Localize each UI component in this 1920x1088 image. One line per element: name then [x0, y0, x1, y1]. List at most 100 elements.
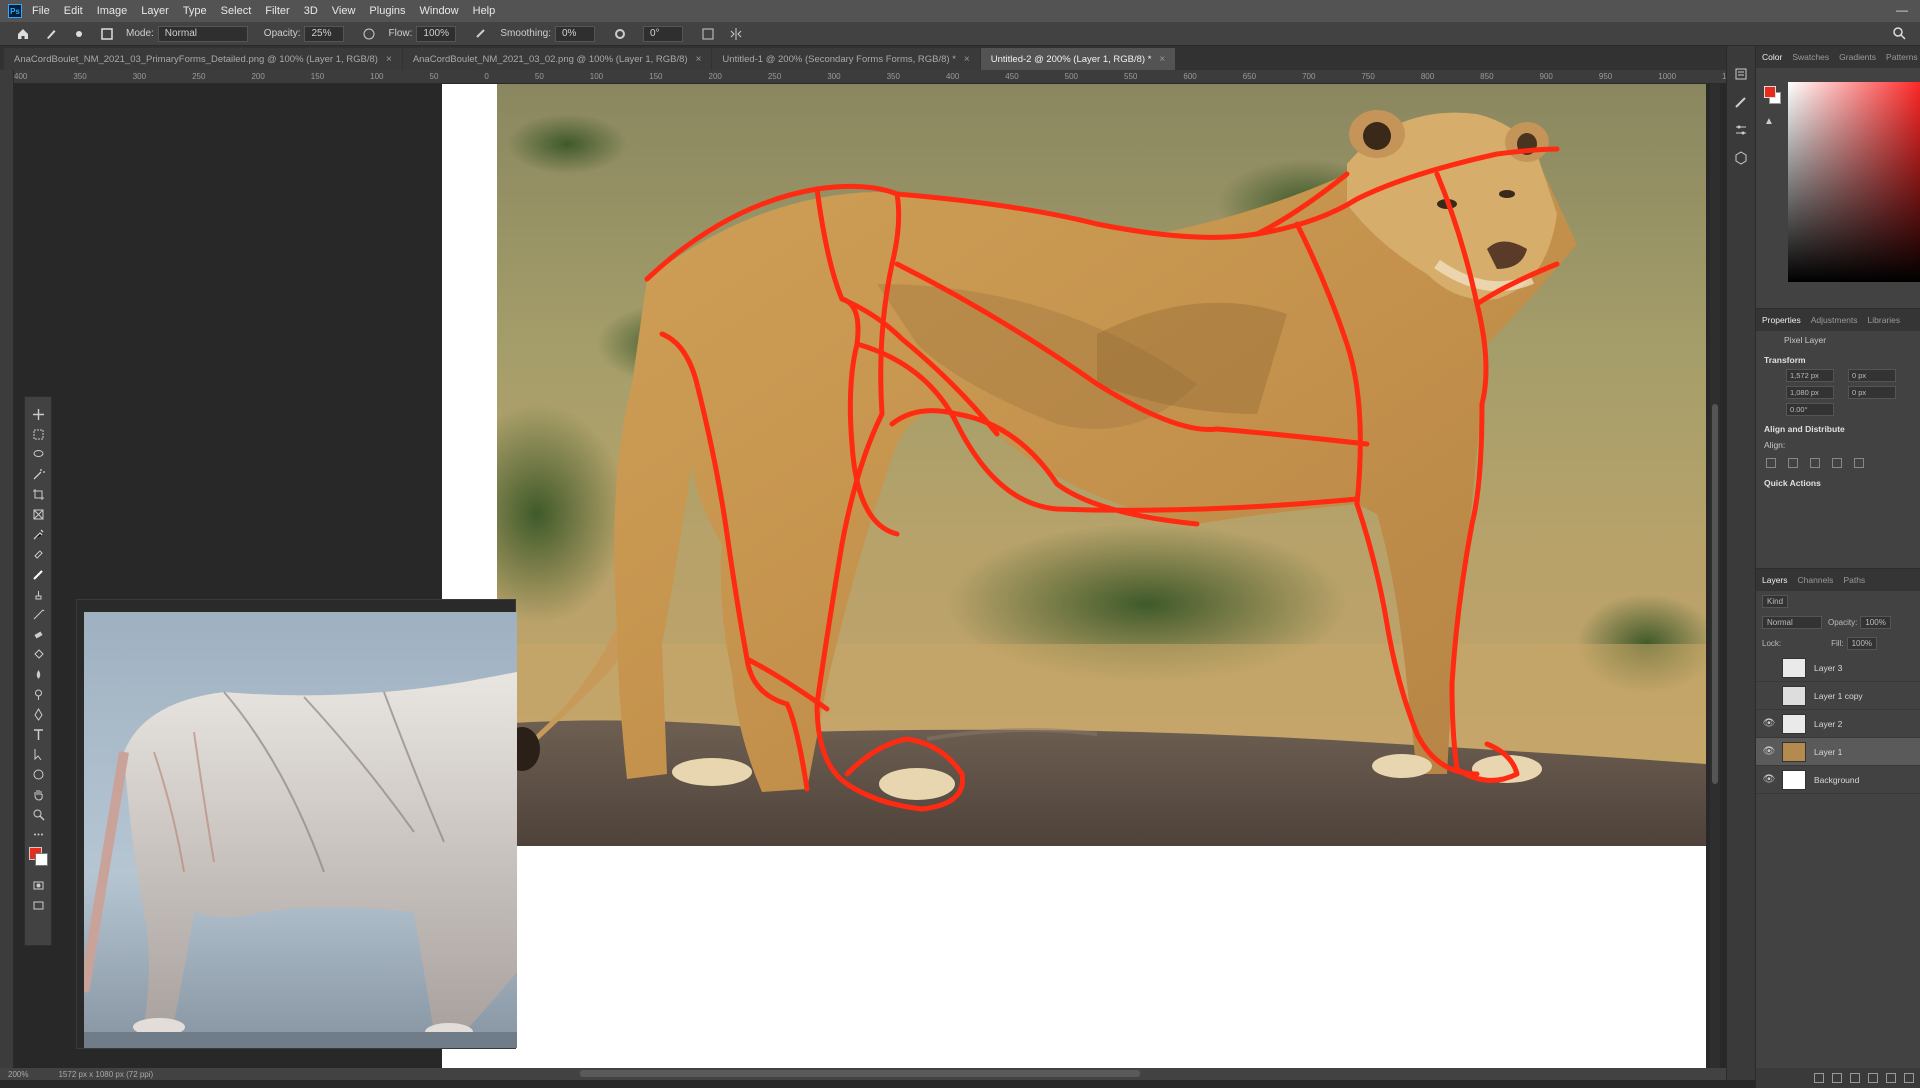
layer-name[interactable]: Layer 1: [1814, 747, 1842, 757]
tab-properties[interactable]: Properties: [1762, 315, 1801, 325]
horizontal-ruler[interactable]: 400 350 300 250 200 150 100 50 0 50 100 150 200 250 30…: [14, 70, 1726, 84]
menu-edit[interactable]: Edit: [64, 5, 83, 17]
layer-name[interactable]: Layer 1 copy: [1814, 691, 1863, 701]
visibility-eye-icon[interactable]: 👁: [1762, 746, 1776, 757]
clone-stamp-tool-icon[interactable]: [28, 585, 48, 604]
close-icon[interactable]: ×: [1159, 54, 1165, 65]
tab-patterns[interactable]: Patterns: [1886, 52, 1918, 62]
minimize-icon[interactable]: —: [1896, 3, 1908, 17]
y-field[interactable]: 0 px: [1848, 386, 1896, 399]
pressure-opacity-icon[interactable]: [360, 25, 378, 43]
mode-control[interactable]: Mode: Normal: [126, 25, 248, 42]
layer-row[interactable]: Layer 1 copy: [1756, 682, 1920, 710]
vertical-ruler[interactable]: [0, 70, 14, 1068]
width-field[interactable]: 1,572 px: [1786, 369, 1834, 382]
add-style-icon[interactable]: [1832, 1073, 1842, 1083]
layer-row-selected[interactable]: 👁 Layer 1: [1756, 738, 1920, 766]
align-middle-icon[interactable]: [1854, 458, 1864, 468]
eraser-tool-icon[interactable]: [28, 625, 48, 644]
hand-tool-icon[interactable]: [28, 785, 48, 804]
eyedropper-tool-icon[interactable]: [28, 525, 48, 544]
tab-layers[interactable]: Layers: [1762, 575, 1788, 585]
tab-document-1[interactable]: AnaCordBoulet_NM_2021_03_PrimaryForms_De…: [4, 48, 402, 70]
blur-tool-icon[interactable]: [28, 665, 48, 684]
transform-section-header[interactable]: Transform: [1756, 349, 1920, 367]
tab-channels[interactable]: Channels: [1798, 575, 1834, 585]
menu-select[interactable]: Select: [221, 5, 252, 17]
smoothing-control[interactable]: Smoothing: 0%: [500, 25, 595, 42]
flow-field[interactable]: 100%: [416, 25, 457, 42]
tab-adjustments[interactable]: Adjustments: [1811, 315, 1858, 325]
align-section-header[interactable]: Align and Distribute: [1756, 418, 1920, 436]
healing-brush-tool-icon[interactable]: [28, 545, 48, 564]
tab-document-4-active[interactable]: Untitled-2 @ 200% (Layer 1, RGB/8) * ×: [980, 48, 1176, 70]
tab-paths[interactable]: Paths: [1843, 575, 1865, 585]
link-layers-icon[interactable]: [1814, 1073, 1824, 1083]
history-panel-icon[interactable]: [1731, 64, 1751, 84]
layer-name[interactable]: Background: [1814, 775, 1859, 785]
x-field[interactable]: 0 px: [1848, 369, 1896, 382]
smoothing-settings-gear-icon[interactable]: [611, 25, 629, 43]
flow-control[interactable]: Flow: 100%: [388, 25, 457, 42]
paint-bucket-tool-icon[interactable]: [28, 645, 48, 664]
height-field[interactable]: 1,080 px: [1786, 386, 1834, 399]
path-selection-tool-icon[interactable]: [28, 745, 48, 764]
layer-row[interactable]: 👁 Background: [1756, 766, 1920, 794]
visibility-eye-icon[interactable]: 👁: [1762, 718, 1776, 729]
brush-tool-icon[interactable]: [28, 565, 48, 584]
color-swatches[interactable]: [28, 845, 48, 875]
menu-help[interactable]: Help: [473, 5, 496, 17]
tab-color[interactable]: Color: [1762, 52, 1782, 62]
menu-file[interactable]: File: [32, 5, 50, 17]
close-icon[interactable]: ×: [964, 54, 970, 65]
angle-field[interactable]: 0°: [642, 25, 683, 42]
mode-dropdown[interactable]: Normal: [157, 25, 248, 42]
move-tool-icon[interactable]: [28, 405, 48, 424]
tab-swatches[interactable]: Swatches: [1792, 52, 1829, 62]
dodge-tool-icon[interactable]: [28, 685, 48, 704]
quick-actions-header[interactable]: Quick Actions: [1756, 472, 1920, 490]
scrollbar-thumb[interactable]: [1712, 404, 1718, 784]
close-icon[interactable]: ×: [386, 54, 392, 65]
brush-size-icon[interactable]: [70, 25, 88, 43]
adjustments-panel-icon[interactable]: [1731, 120, 1751, 140]
layer-filter-kind[interactable]: Kind: [1762, 595, 1789, 608]
brush-settings-panel-icon[interactable]: [1731, 92, 1751, 112]
menu-image[interactable]: Image: [97, 5, 128, 17]
zoom-level[interactable]: 200%: [8, 1070, 28, 1079]
menu-filter[interactable]: Filter: [265, 5, 289, 17]
lioness-photo-layer[interactable]: [497, 84, 1706, 846]
menu-layer[interactable]: Layer: [141, 5, 169, 17]
opacity-field[interactable]: 25%: [304, 25, 345, 42]
layer-name[interactable]: Layer 3: [1814, 663, 1842, 673]
new-group-icon[interactable]: [1868, 1073, 1878, 1083]
tab-libraries[interactable]: Libraries: [1868, 315, 1901, 325]
warning-icon[interactable]: ▲: [1764, 116, 1774, 127]
layer-name[interactable]: Layer 2: [1814, 719, 1842, 729]
brush-tool-preset-icon[interactable]: [42, 25, 60, 43]
menu-3d[interactable]: 3D: [304, 5, 318, 17]
new-layer-icon[interactable]: [1886, 1073, 1896, 1083]
symmetry-icon[interactable]: [727, 25, 745, 43]
tab-gradients[interactable]: Gradients: [1839, 52, 1876, 62]
visibility-eye-icon[interactable]: 👁: [1762, 774, 1776, 785]
3d-panel-icon[interactable]: [1731, 148, 1751, 168]
menu-window[interactable]: Window: [420, 5, 459, 17]
more-tools-icon[interactable]: [28, 825, 48, 844]
frame-tool-icon[interactable]: [28, 505, 48, 524]
screen-mode-icon[interactable]: [28, 896, 48, 915]
layer-row[interactable]: 👁 Layer 2: [1756, 710, 1920, 738]
type-tool-icon[interactable]: [28, 725, 48, 744]
angle-control[interactable]: 0°: [639, 25, 683, 42]
horizontal-scrollbar-thumb[interactable]: [580, 1070, 1140, 1077]
fill-field[interactable]: 100%: [1846, 637, 1878, 650]
smoothing-field[interactable]: 0%: [554, 25, 595, 42]
menu-view[interactable]: View: [332, 5, 356, 17]
brush-settings-icon[interactable]: [98, 25, 116, 43]
canvas-area[interactable]: [14, 84, 1726, 1068]
shape-tool-icon[interactable]: [28, 765, 48, 784]
history-brush-tool-icon[interactable]: [28, 605, 48, 624]
align-top-icon[interactable]: [1832, 458, 1842, 468]
opacity-control[interactable]: Opacity: 25%: [264, 25, 345, 42]
tab-document-3[interactable]: Untitled-1 @ 200% (Secondary Forms Forms…: [712, 48, 980, 70]
